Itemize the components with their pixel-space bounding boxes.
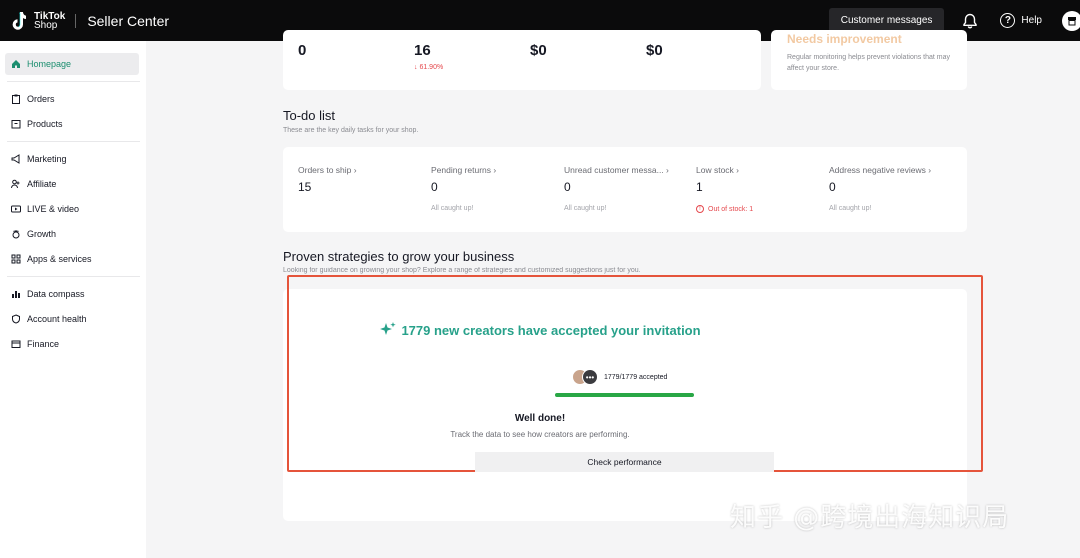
- stat-value: $0: [646, 42, 663, 59]
- todo-label: Unread customer messa... ›: [564, 165, 669, 175]
- sidebar-divider: [7, 81, 140, 82]
- sidebar-item-label: Growth: [27, 229, 57, 239]
- sidebar-item-label: Finance: [27, 339, 60, 349]
- sidebar-divider: [7, 276, 140, 277]
- health-description: Regular monitoring helps prevent violati…: [787, 54, 951, 72]
- invite-title: 1779 new creators have accepted your inv…: [401, 322, 701, 338]
- well-done-heading: Well done!: [514, 413, 566, 424]
- check-performance-button[interactable]: Check performance: [475, 452, 774, 472]
- clipboard-icon: [12, 94, 20, 104]
- wallet-icon: [11, 340, 21, 348]
- invite-banner: 1779 new creators have accepted your inv…: [0, 321, 1080, 339]
- todo-label: Low stock ›: [696, 165, 739, 175]
- sidebar-item-data-compass[interactable]: Data compass: [0, 283, 140, 305]
- sprout-icon: [12, 230, 20, 239]
- store-icon: [1068, 16, 1076, 25]
- sidebar-item-label: Products: [27, 119, 63, 129]
- stats-card: 0 16 ↓ 61.90% $0 $0: [283, 30, 761, 90]
- bar-chart-icon: [12, 291, 20, 298]
- sparkle-icon: [380, 322, 397, 335]
- watermark: 知乎 @跨境出海知识局: [730, 503, 1010, 533]
- people-icon: [11, 179, 20, 189]
- account-health-card[interactable]: Needs improvement Regular monitoring hel…: [771, 30, 967, 90]
- sidebar-item-products[interactable]: Products: [0, 113, 140, 135]
- strategies-title: Proven strategies to grow your business: [283, 249, 515, 264]
- todo-value: 1: [696, 180, 703, 194]
- logo-line-2: Shop: [34, 19, 58, 31]
- todo-note: All caught up!: [829, 205, 872, 212]
- accepted-summary: ••• 1779/1779 accepted: [572, 369, 667, 385]
- more-avatars: •••: [582, 369, 598, 385]
- tiktok-note-icon: [9, 10, 29, 32]
- todo-subtitle: These are the key daily tasks for your s…: [283, 127, 419, 134]
- sidebar-item-label: Orders: [27, 94, 55, 104]
- warning-icon: !: [696, 205, 704, 213]
- sidebar-item-growth[interactable]: Growth: [0, 223, 140, 245]
- progress-fill: [555, 393, 694, 397]
- acceptance-progress: [555, 393, 694, 397]
- help-label: Help: [1021, 15, 1042, 26]
- stat-delta: ↓ 61.90%: [414, 64, 444, 71]
- stat-value: $0: [530, 42, 547, 59]
- sidebar-item-marketing[interactable]: Marketing: [0, 148, 140, 170]
- video-icon: [11, 205, 21, 213]
- accepted-count: 1779/1779 accepted: [604, 373, 668, 381]
- todo-label: Orders to ship ›: [298, 165, 357, 175]
- sidebar: Homepage Orders Products Marketing Affil…: [0, 41, 146, 558]
- tiktok-shop-logo[interactable]: TikTok Shop: [9, 10, 65, 32]
- stat-value: 16: [414, 42, 431, 59]
- header-divider: [75, 13, 77, 28]
- sidebar-item-label: Data compass: [27, 289, 85, 299]
- sidebar-divider: [7, 141, 140, 142]
- sidebar-item-label: Homepage: [27, 59, 72, 69]
- out-of-stock-warning: ! Out of stock: 1: [696, 205, 753, 213]
- todo-value: 0: [829, 180, 836, 194]
- question-icon: ?: [1000, 13, 1016, 28]
- bell-icon[interactable]: [962, 13, 978, 29]
- strategies-subtitle: Looking for guidance on growing your sho…: [283, 267, 641, 274]
- todo-note: All caught up!: [431, 205, 474, 212]
- todo-title: To-do list: [283, 108, 336, 123]
- sidebar-item-label: LIVE & video: [27, 204, 80, 214]
- sidebar-item-affiliate[interactable]: Affiliate: [0, 173, 140, 195]
- help-button[interactable]: ? Help: [1000, 13, 1042, 28]
- todo-label: Address negative reviews ›: [829, 165, 932, 175]
- sidebar-item-orders[interactable]: Orders: [0, 88, 140, 110]
- todo-value: 0: [431, 180, 438, 194]
- sidebar-item-label: Marketing: [27, 154, 67, 164]
- grid-icon: [11, 254, 21, 264]
- sidebar-item-homepage[interactable]: Homepage: [5, 53, 139, 75]
- todo-value: 0: [564, 180, 571, 194]
- todo-card: Orders to ship › 15 Pending returns › 0 …: [283, 147, 967, 232]
- sidebar-item-live-video[interactable]: LIVE & video: [0, 198, 140, 220]
- todo-label: Pending returns ›: [431, 165, 497, 175]
- todo-note: All caught up!: [564, 205, 607, 212]
- home-icon: [12, 60, 20, 68]
- shop-avatar[interactable]: [1062, 10, 1080, 31]
- stat-value: 0: [298, 42, 307, 59]
- megaphone-icon: [11, 154, 20, 164]
- health-status: Needs improvement: [787, 32, 902, 46]
- todo-value: 15: [298, 180, 312, 194]
- box-icon: [11, 120, 21, 129]
- todo-note: Out of stock: 1: [708, 205, 754, 213]
- sidebar-item-apps-services[interactable]: Apps & services: [0, 248, 140, 270]
- sidebar-item-label: Affiliate: [27, 179, 57, 189]
- sidebar-item-label: Apps & services: [27, 254, 92, 264]
- app-title: Seller Center: [87, 12, 170, 29]
- track-description: Track the data to see how creators are p…: [450, 430, 630, 439]
